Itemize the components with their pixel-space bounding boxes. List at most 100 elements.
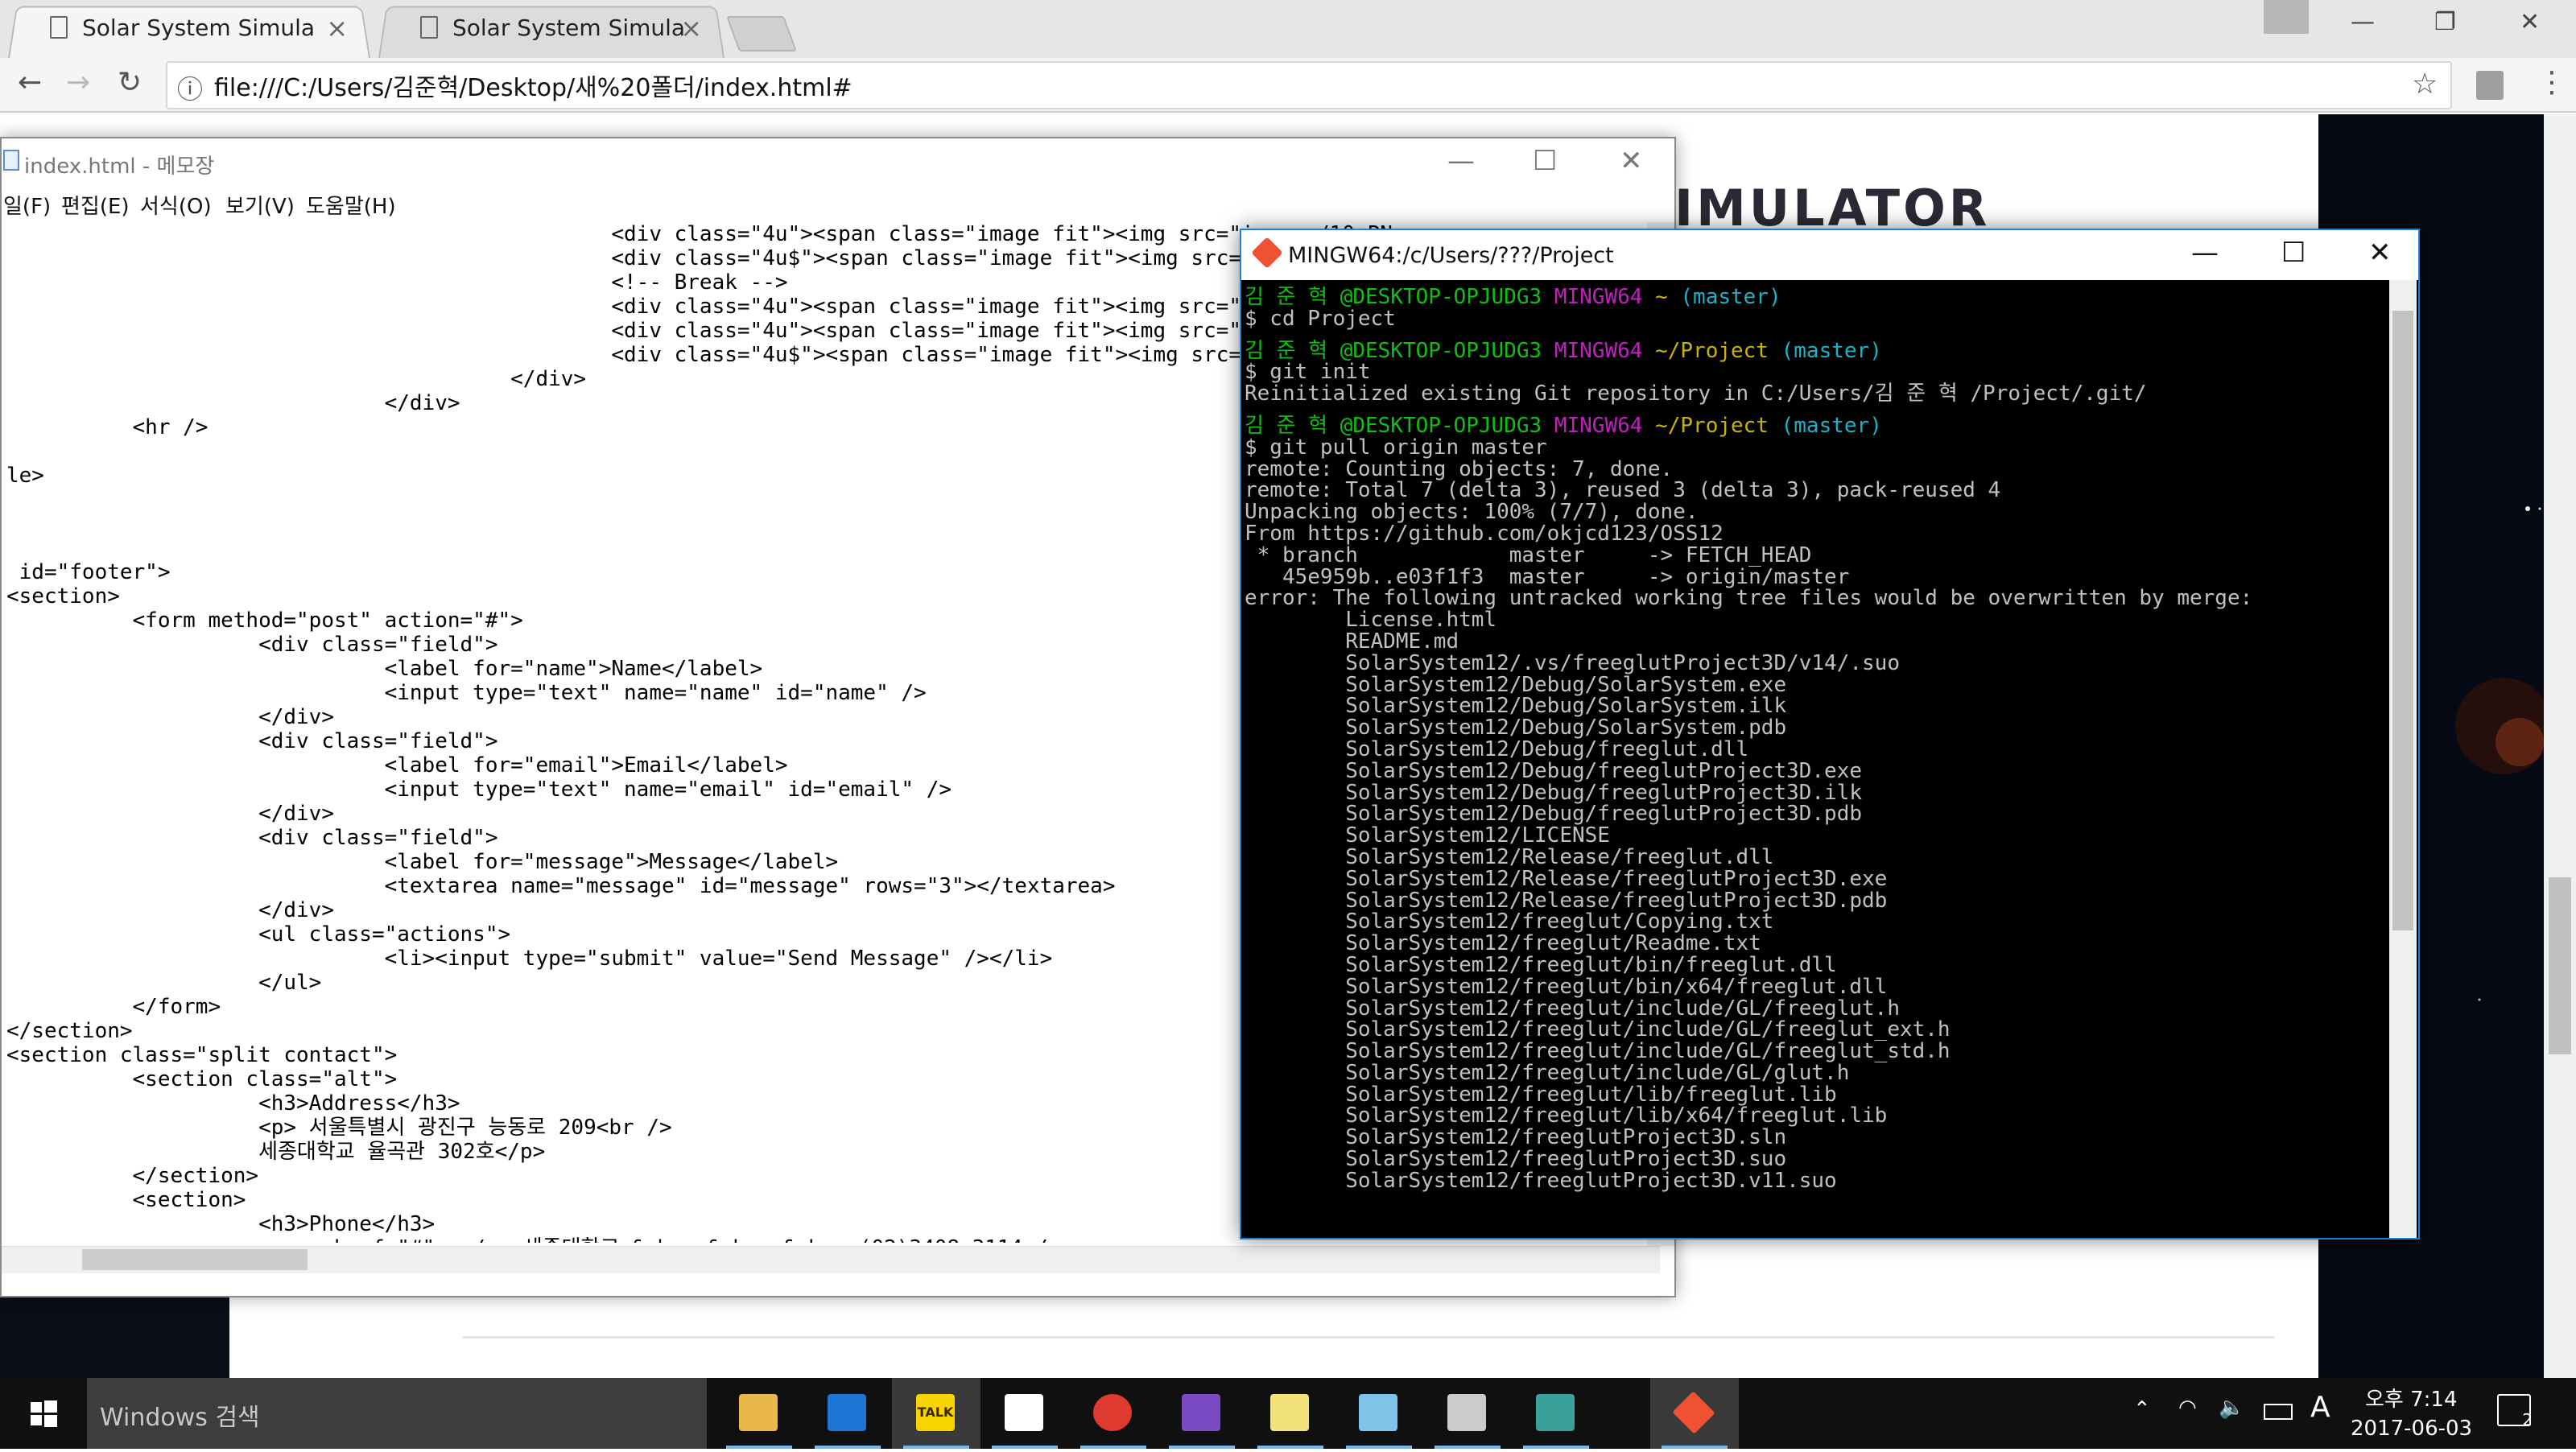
tab-2[interactable]: Solar System Simulator ×: [378, 3, 724, 58]
terminal-scrollbar-thumb[interactable]: [2392, 311, 2413, 930]
terminal-line: SolarSystem12/Release/freeglutProject3D.…: [1245, 888, 1888, 913]
prompt-user: 김 준 혁 @DESKTOP-OPJUDG3: [1245, 287, 1542, 309]
prompt-branch: (master): [1781, 338, 1882, 363]
tab-close-icon[interactable]: ×: [680, 13, 702, 43]
running-indicator: [1080, 1446, 1146, 1449]
minimize-icon[interactable]: —: [2351, 8, 2375, 36]
info-icon[interactable]: ⓘ: [177, 69, 203, 106]
battery-icon[interactable]: [2264, 1404, 2293, 1420]
terminal-line: SolarSystem12/Debug/SolarSystem.pdb: [1245, 716, 1787, 740]
maximize-icon[interactable]: ☐: [1533, 145, 1557, 177]
terminal-titlebar[interactable]: MINGW64:/c/Users/???/Project — ☐ ✕: [1241, 230, 2418, 280]
tab-title: Solar System Simulator: [452, 14, 686, 41]
terminal-line: README.md: [1245, 629, 1459, 654]
divider: [463, 1336, 2274, 1339]
search-placeholder: Windows 검색: [100, 1404, 260, 1432]
close-icon[interactable]: ✕: [2368, 237, 2392, 269]
terminal-line: SolarSystem12/freeglut/bin/freeglut.dll: [1245, 952, 1837, 977]
minimize-icon[interactable]: —: [1447, 145, 1475, 177]
taskbar-app-chrome[interactable]: [1069, 1378, 1158, 1449]
clock-time[interactable]: 오후 7:14: [2365, 1383, 2458, 1413]
prompt-path: ~/Project: [1655, 338, 1769, 363]
extension-icon[interactable]: [2476, 71, 2504, 100]
terminal-line: SolarSystem12/Debug/freeglutProject3D.pd…: [1245, 802, 1863, 827]
terminal-prompt: 김 준 혁 @DESKTOP-OPJUDG3 MINGW64 ~/Project…: [1245, 340, 2388, 362]
taskbar-app-edge[interactable]: [803, 1378, 892, 1449]
menu-help[interactable]: 도움말(H): [306, 190, 396, 220]
back-icon[interactable]: ←: [18, 66, 42, 99]
tab-1[interactable]: Solar System Simulator ×: [8, 3, 370, 58]
action-center-icon[interactable]: 2: [2497, 1394, 2533, 1429]
taskbar-app-file-explorer[interactable]: [715, 1378, 803, 1449]
running-indicator: [726, 1446, 792, 1449]
taskbar-app-store[interactable]: [980, 1378, 1069, 1449]
url-text[interactable]: file:///C:/Users/김준혁/Desktop/새%20폴더/inde…: [214, 68, 852, 103]
tab-title: Solar System Simulator: [82, 14, 316, 41]
page-icon: [420, 16, 438, 39]
taskbar-app-git-bash[interactable]: [1650, 1378, 1739, 1449]
notepad-titlebar[interactable]: index.html - 메모장 — ☐ ✕: [2, 138, 1674, 184]
edge-icon: [828, 1394, 866, 1431]
file-explorer-icon: [739, 1394, 778, 1431]
forward-icon[interactable]: →: [66, 66, 90, 99]
running-indicator: [815, 1446, 881, 1449]
star-icon[interactable]: ☆: [2412, 68, 2438, 101]
terminal-line: SolarSystem12/freeglutProject3D.suo: [1245, 1147, 1787, 1172]
ime-indicator[interactable]: A: [2310, 1391, 2330, 1424]
menu-file[interactable]: 일(F): [3, 190, 51, 220]
menu-view[interactable]: 보기(V): [225, 190, 295, 220]
terminal-prompt: 김 준 혁 @DESKTOP-OPJUDG3 MINGW64 ~/Project…: [1245, 415, 2388, 437]
terminal-line: SolarSystem12/Debug/freeglut.dll: [1245, 736, 1749, 761]
terminal-command: $ git pull origin master: [1245, 435, 1547, 460]
terminal-line: SolarSystem12/freeglutProject3D.sln: [1245, 1125, 1787, 1150]
page-icon: [50, 16, 68, 39]
terminal-line: SolarSystem12/Debug/freeglutProject3D.ex…: [1245, 758, 1863, 783]
page-scrollbar-thumb[interactable]: [2549, 877, 2571, 1054]
taskbar-app-visual-studio[interactable]: [1158, 1378, 1246, 1449]
close-icon[interactable]: ✕: [1620, 145, 1643, 177]
chevron-up-icon[interactable]: ⌃: [2133, 1397, 2151, 1421]
taskbar-app-notepad[interactable]: [1335, 1378, 1423, 1449]
maximize-icon[interactable]: ☐: [2281, 237, 2306, 269]
git-bash-icon: [1672, 1391, 1715, 1434]
clock-date[interactable]: 2017-06-03: [2351, 1417, 2472, 1441]
page-scrollbar[interactable]: [2544, 114, 2576, 1378]
menu-format[interactable]: 서식(O): [140, 190, 212, 220]
terminal-prompt: 김 준 혁 @DESKTOP-OPJUDG3 MINGW64 ~ (master…: [1245, 287, 2388, 308]
menu-edit[interactable]: 편집(E): [61, 190, 130, 220]
terminal-output[interactable]: 김 준 혁 @DESKTOP-OPJUDG3 MINGW64 ~ (master…: [1245, 287, 2388, 1236]
terminal-line: error: The following untracked working t…: [1245, 586, 2253, 611]
taskbar-app-cmd[interactable]: [1423, 1378, 1512, 1449]
prompt-user: 김 준 혁 @DESKTOP-OPJUDG3: [1245, 338, 1542, 363]
tab-close-icon[interactable]: ×: [326, 13, 348, 43]
start-button[interactable]: [0, 1378, 87, 1449]
terminal-line: From https://github.com/okjcd123/OSS12: [1245, 521, 1724, 546]
notepad-menubar: 일(F) 편집(E) 서식(O) 보기(V) 도움말(H): [2, 184, 1674, 221]
taskbar-app-photos[interactable]: [1512, 1378, 1600, 1449]
minimize-icon[interactable]: —: [2191, 237, 2219, 269]
kakaotalk-icon: TALK: [916, 1394, 955, 1431]
notification-count: 2: [2522, 1410, 2533, 1429]
close-icon[interactable]: ✕: [2520, 8, 2540, 36]
notepad-icon: [3, 150, 19, 171]
prompt-shell: MINGW64: [1554, 338, 1643, 363]
terminal-line: SolarSystem12/Debug/SolarSystem.exe: [1245, 672, 1787, 697]
terminal-line: SolarSystem12/Debug/freeglutProject3D.il…: [1245, 780, 1863, 805]
sticky-notes-icon: [1270, 1394, 1309, 1431]
wifi-icon[interactable]: ◠: [2178, 1396, 2197, 1420]
terminal-line: SolarSystem12/Release/freeglutProject3D.…: [1245, 866, 1888, 891]
terminal-line: SolarSystem12/freeglut/Copying.txt: [1245, 910, 1774, 934]
prompt-path: ~: [1655, 287, 1668, 309]
taskbar-app-sticky-notes[interactable]: [1246, 1378, 1335, 1449]
reload-icon[interactable]: ↻: [118, 66, 142, 99]
photos-icon: [1536, 1394, 1575, 1431]
visual-studio-icon: [1182, 1394, 1220, 1431]
notepad-icon: [1359, 1394, 1397, 1431]
taskbar-search[interactable]: Windows 검색: [87, 1378, 707, 1449]
taskbar-app-kakaotalk[interactable]: TALK: [892, 1378, 980, 1449]
volume-icon[interactable]: 🔈: [2219, 1396, 2244, 1420]
menu-icon[interactable]: ⋮: [2537, 66, 2566, 99]
restore-icon[interactable]: ❐: [2434, 8, 2456, 36]
notepad-scrollbar-thumb[interactable]: [82, 1249, 308, 1270]
profile-icon[interactable]: [2264, 0, 2309, 34]
